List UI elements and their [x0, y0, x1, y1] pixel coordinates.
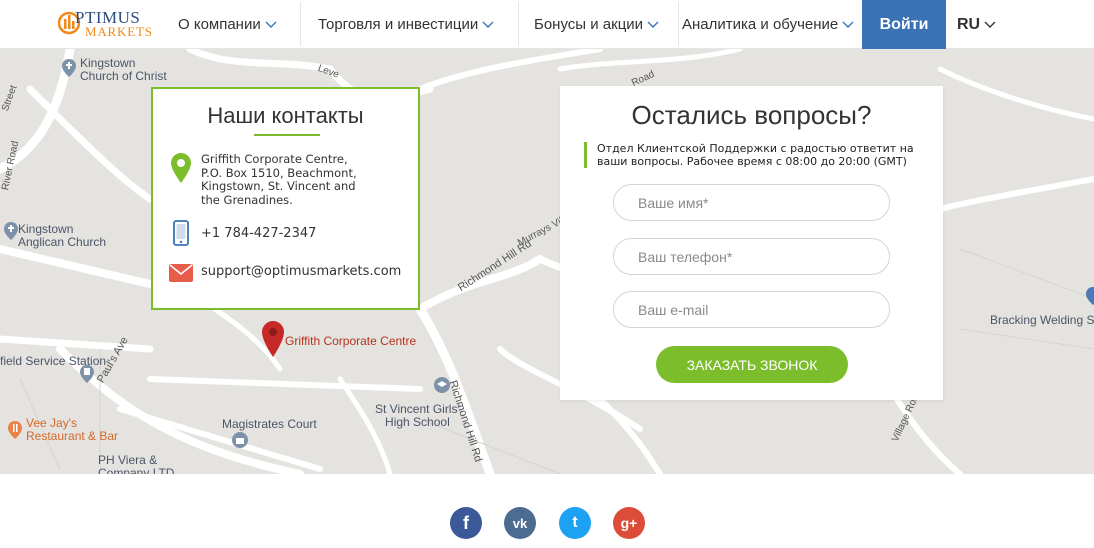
nav-about-label: О компании: [178, 16, 261, 33]
contacts-title-underline: [254, 134, 320, 136]
business-poi-icon: [1086, 287, 1094, 305]
language-selector[interactable]: RU: [957, 0, 996, 49]
optimus-markets-logo[interactable]: PTIMUS MARKETS: [58, 7, 158, 41]
map-label-ph-viera: PH Viera & Company LTD: [98, 453, 175, 475]
twitter-icon[interactable]: t: [559, 507, 591, 539]
chevron-down-icon: [265, 21, 277, 28]
email-input[interactable]: [613, 291, 890, 328]
nav-analytics[interactable]: Аналитика и обучение: [682, 0, 854, 49]
name-input[interactable]: [613, 184, 890, 221]
map-label-bracking: Bracking Welding Ser: [990, 313, 1094, 327]
order-call-button[interactable]: Заказать звонок: [656, 346, 848, 383]
facebook-glyph: f: [463, 512, 469, 533]
language-label: RU: [957, 15, 981, 33]
google-plus-glyph: g+: [620, 515, 638, 531]
contacts-card: Наши контакты Griffith Corporate Centre,…: [151, 87, 420, 310]
church-poi-icon: [62, 59, 76, 77]
nav-trading[interactable]: Торговля и инвестиции: [318, 0, 494, 49]
contacts-title: Наши контакты: [207, 103, 364, 128]
chevron-down-icon: [984, 21, 996, 28]
contact-email[interactable]: support@optimusmarkets.com: [201, 264, 401, 279]
nav-bonuses-label: Бонусы и акции: [534, 16, 644, 33]
nav-about[interactable]: О компании: [178, 0, 277, 49]
facebook-icon[interactable]: f: [450, 507, 482, 539]
chevron-down-icon: [842, 21, 854, 28]
map-label-field-service: field Service Station: [0, 354, 107, 368]
map-marker-icon: [171, 153, 191, 183]
form-title: Остались вопросы?: [631, 100, 872, 130]
nav-analytics-label: Аналитика и обучение: [682, 16, 839, 33]
phone-input[interactable]: [613, 238, 890, 275]
mobile-phone-icon: [173, 220, 189, 246]
map-label-griffith: Griffith Corporate Centre: [285, 334, 417, 348]
map-label-kingstown-anglican: Kingstown Anglican Church: [18, 222, 107, 249]
nav-bonuses[interactable]: Бонусы и акции: [534, 0, 659, 49]
chevron-down-icon: [647, 21, 659, 28]
contact-phone[interactable]: +1 784-427-2347: [201, 226, 316, 241]
nav-divider: [518, 2, 519, 46]
map-label-magistrates: Magistrates Court: [222, 417, 317, 431]
twitter-glyph: t: [572, 514, 578, 531]
callback-form: Остались вопросы? Отдел Клиентской Подде…: [560, 86, 943, 400]
site-header: PTIMUS MARKETS О компании Торговля и инв…: [0, 0, 1094, 49]
church-poi-icon: [4, 222, 18, 240]
nav-trading-label: Торговля и инвестиции: [318, 16, 479, 33]
contact-address: Griffith Corporate Centre, P.O. Box 1510…: [201, 152, 357, 207]
map-label-st-vincent: St Vincent Girls' High School: [375, 402, 460, 429]
form-description: Отдел Клиентской Поддержки с радостью от…: [584, 142, 924, 168]
envelope-icon: [169, 264, 193, 282]
login-button[interactable]: Войти: [862, 0, 946, 49]
site-footer: f vk t g+: [0, 474, 1094, 548]
restaurant-poi-icon: [8, 421, 22, 439]
logo-line-2: MARKETS: [85, 24, 153, 39]
nav-divider: [678, 2, 679, 46]
map-label-vee-jays: Vee Jay's Restaurant & Bar: [26, 416, 119, 443]
location-pin-icon[interactable]: [262, 321, 284, 357]
courthouse-poi-icon: [232, 432, 248, 448]
vkontakte-glyph: vk: [512, 515, 528, 531]
map-label-kingstown-church: Kingstown Church of Christ: [80, 56, 167, 83]
google-plus-icon[interactable]: g+: [613, 507, 645, 539]
chevron-down-icon: [482, 21, 494, 28]
vkontakte-icon[interactable]: vk: [504, 507, 536, 539]
nav-divider: [300, 2, 301, 46]
